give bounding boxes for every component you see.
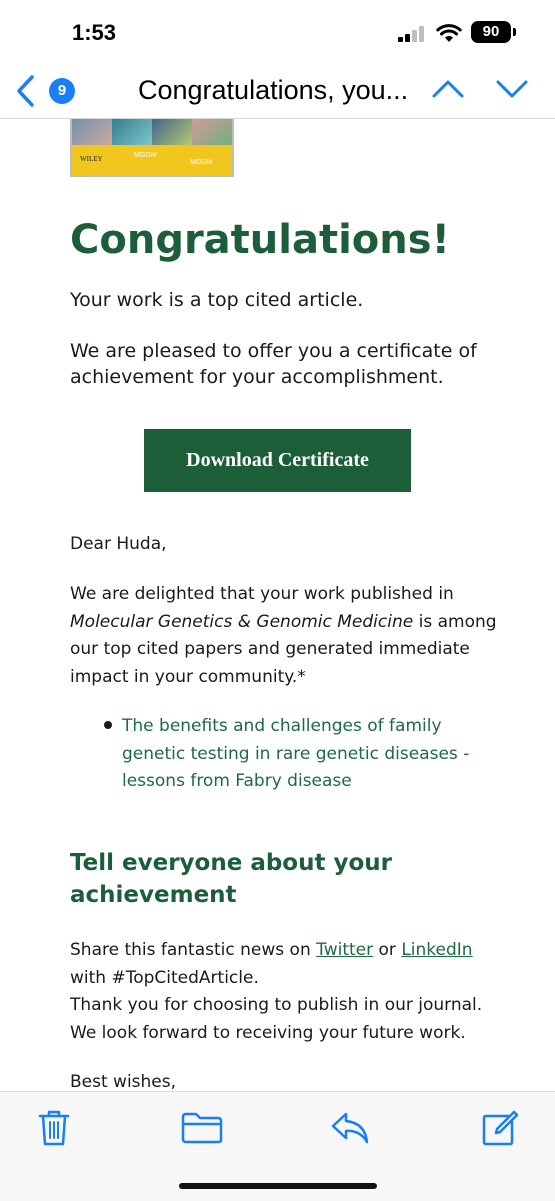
article-title-link[interactable]: The benefits and challenges of family ge…: [122, 713, 502, 796]
hashtag-text: with #TopCitedArticle.: [70, 967, 259, 988]
status-bar: 1:53 90: [0, 0, 555, 64]
share-heading: Tell everyone about your achievement: [70, 850, 392, 908]
linkedin-link[interactable]: LinkedIn: [401, 940, 472, 960]
message-subject-title: Congratulations, you...: [138, 75, 409, 105]
intro-text: Your work is a top cited article.: [70, 289, 364, 311]
publisher-logo-text: WILEY: [80, 155, 103, 163]
previous-message-button[interactable]: [430, 74, 466, 104]
trash-icon[interactable]: [37, 1109, 71, 1147]
future-work-text: We look forward to receiving your future…: [70, 1022, 466, 1043]
battery-nub: [513, 28, 516, 36]
share-paragraph: Share this fantastic news on Twitter or …: [70, 937, 530, 1047]
back-button[interactable]: 9: [14, 70, 86, 110]
thanks-text: Thank you for choosing to publish in our…: [70, 995, 483, 1015]
or-word: or: [378, 940, 396, 960]
folder-icon[interactable]: [181, 1112, 223, 1144]
status-time: 1:53: [72, 20, 117, 45]
email-headline: Congratulations!: [70, 217, 450, 263]
banner-photo-strip: [72, 119, 232, 145]
cellular-signal-icon: [398, 26, 424, 42]
journal-banner-image: WILEY MGGM MGGM: [70, 119, 234, 177]
home-indicator[interactable]: [179, 1183, 377, 1189]
next-message-button[interactable]: [494, 74, 530, 104]
journal-abbrev-text: MGGM: [134, 152, 157, 159]
signoff-text: Best wishes,: [70, 1072, 177, 1091]
reply-icon[interactable]: [330, 1111, 370, 1145]
list-bullet: [104, 721, 112, 729]
greeting-text: Dear Huda,: [70, 534, 167, 554]
journal-name: Molecular Genetics & Genomic Medicine: [70, 611, 414, 632]
download-certificate-button[interactable]: Download Certificate: [144, 429, 411, 492]
chevron-left-icon: [17, 75, 34, 107]
body-paragraph: We are delighted that your work publishe…: [70, 581, 500, 691]
wifi-icon: [436, 24, 462, 42]
body-start: We are delighted that your work publishe…: [70, 584, 454, 604]
battery-indicator: 90: [471, 21, 511, 43]
unread-count-badge: 9: [49, 78, 75, 104]
offer-text: We are pleased to offer you a certificat…: [70, 340, 477, 388]
mail-navigation-bar: 9 Congratulations, you...: [0, 64, 555, 119]
share-prefix: Share this fantastic news on: [70, 940, 311, 960]
journal-abbrev-text-2: MGGM: [190, 159, 213, 166]
twitter-link[interactable]: Twitter: [316, 940, 373, 960]
compose-icon[interactable]: [481, 1109, 519, 1147]
email-body[interactable]: WILEY MGGM MGGM Congratulations! Your wo…: [0, 119, 555, 1091]
